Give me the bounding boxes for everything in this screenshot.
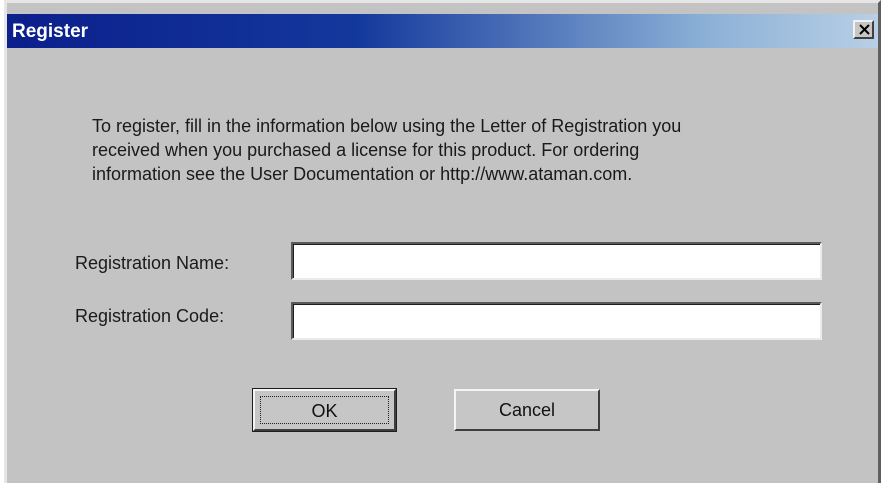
registration-name-label: Registration Name: [75,253,230,273]
ok-button[interactable]: OK [252,388,397,432]
cancel-button[interactable]: Cancel [454,389,600,431]
register-dialog: Register To register, fill in the inform… [4,0,881,483]
registration-code-label: Registration Code: [75,306,225,326]
intro-line: To register, fill in the information bel… [92,116,682,136]
close-icon [859,24,870,35]
registration-name-input[interactable] [291,242,822,280]
ok-button-label: OK [260,396,389,424]
close-button[interactable] [853,20,874,39]
registration-code-input[interactable] [291,302,822,340]
intro-text: To register, fill in the information bel… [92,114,812,186]
intro-line: received when you purchased a license fo… [92,140,640,160]
intro-line: information see the User Documentation o… [92,164,633,184]
window-title: Register [12,21,89,42]
title-bar[interactable]: Register [7,14,878,48]
